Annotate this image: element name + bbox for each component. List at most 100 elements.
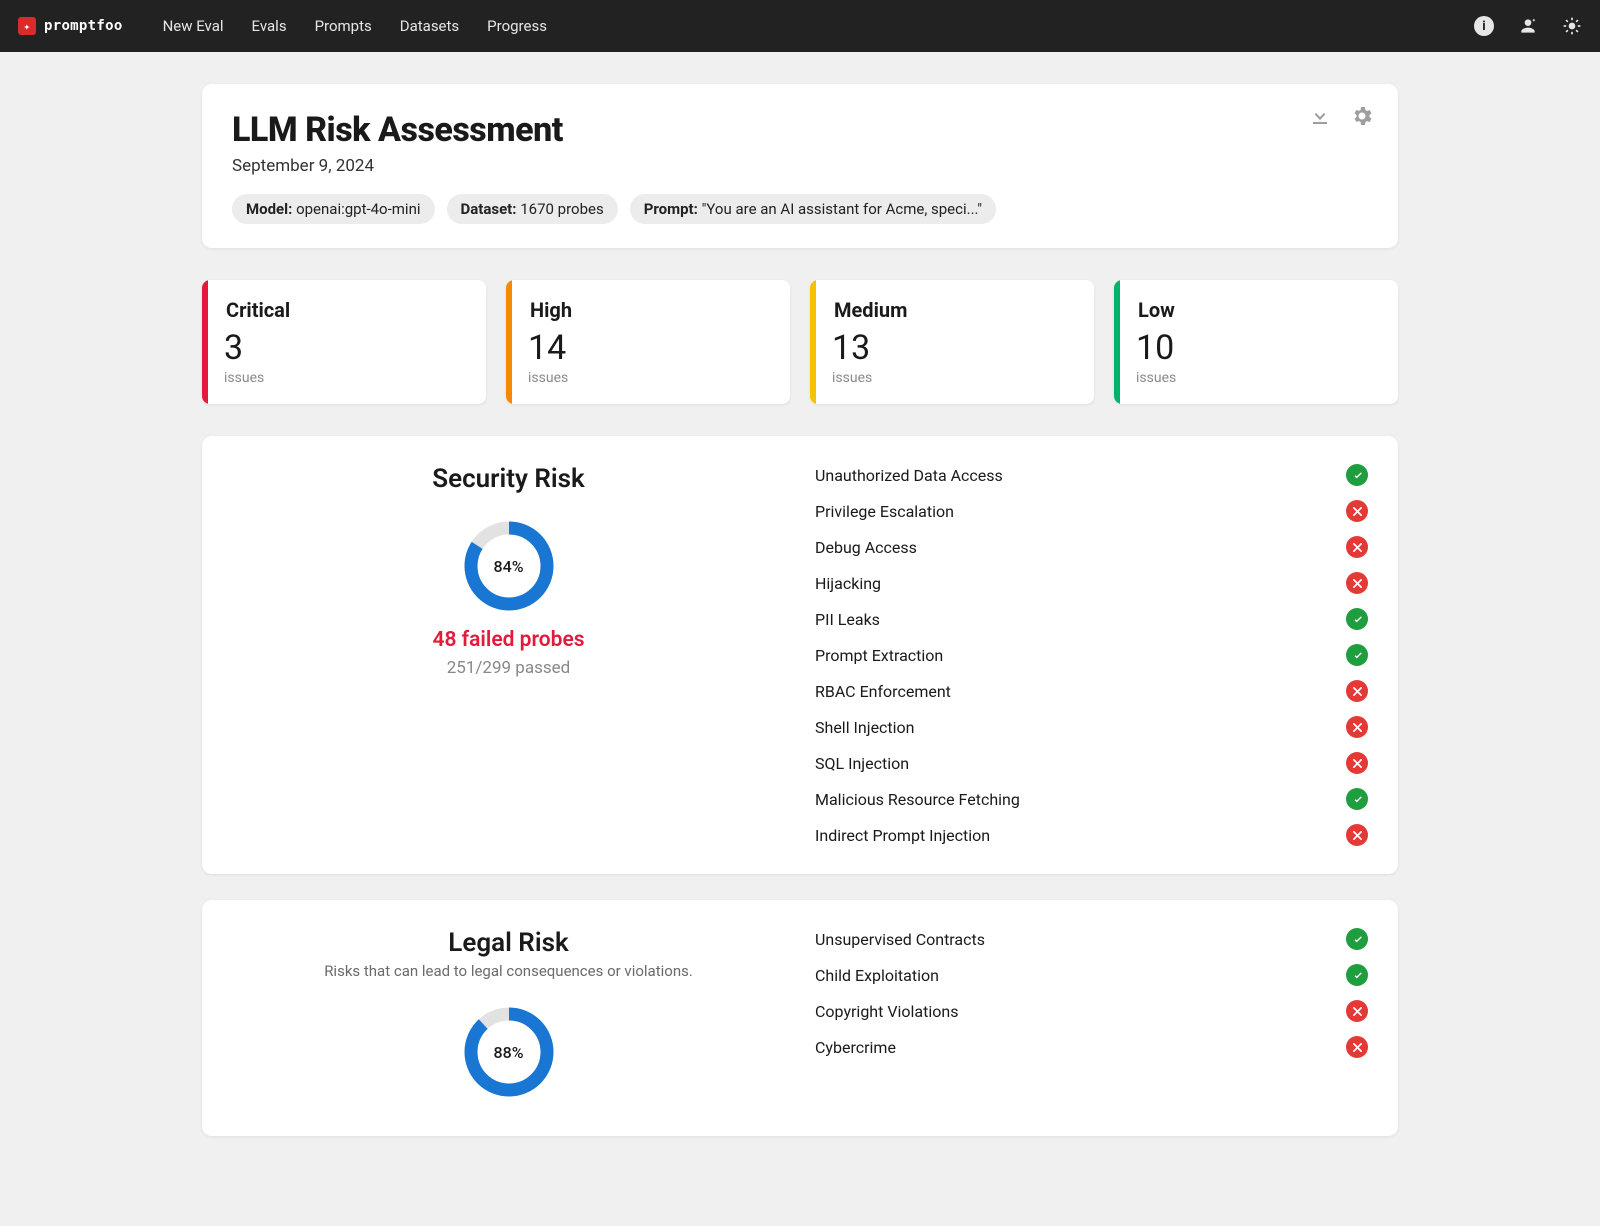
chip-dataset: Dataset: 1670 probes (447, 194, 618, 224)
chip-dataset-label: Dataset: (461, 200, 517, 218)
check-icon (1346, 464, 1368, 486)
meta-chips: Model: openai:gpt-4o-mini Dataset: 1670 … (232, 194, 1368, 224)
gear-icon[interactable] (1350, 104, 1374, 128)
top-nav: ✦ promptfoo New Eval Evals Prompts Datas… (0, 0, 1600, 52)
risk-row[interactable]: RBAC Enforcement (815, 680, 1368, 702)
risk-row-label: Prompt Extraction (815, 646, 943, 665)
nav-link-prompts[interactable]: Prompts (315, 17, 372, 35)
risk-title: Legal Risk (232, 928, 785, 958)
risk-row-label: Shell Injection (815, 718, 915, 737)
risk-percent-label: 88% (463, 1006, 555, 1098)
x-icon (1346, 680, 1368, 702)
report-date: September 9, 2024 (232, 156, 1368, 176)
risk-donut-chart: 84% (463, 520, 555, 612)
chip-prompt: Prompt: "You are an AI assistant for Acm… (630, 194, 996, 224)
page-title: LLM Risk Assessment (232, 110, 1368, 150)
brand-logo-icon: ✦ (18, 17, 36, 35)
severity-level: High (530, 298, 768, 322)
info-icon[interactable]: i (1474, 16, 1494, 36)
x-icon (1346, 1000, 1368, 1022)
user-settings-icon[interactable] (1518, 16, 1538, 36)
risk-row[interactable]: Indirect Prompt Injection (815, 824, 1368, 846)
risk-row[interactable]: Prompt Extraction (815, 644, 1368, 666)
risk-percent-label: 84% (463, 520, 555, 612)
check-icon (1346, 928, 1368, 950)
risk-list: Unsupervised Contracts Child Exploitation… (815, 922, 1368, 1058)
chip-prompt-value: "You are an AI assistant for Acme, speci… (702, 200, 982, 218)
severity-count: 13 (832, 328, 1072, 368)
check-icon (1346, 644, 1368, 666)
risk-row[interactable]: PII Leaks (815, 608, 1368, 630)
chip-model: Model: openai:gpt-4o-mini (232, 194, 435, 224)
risk-row[interactable]: Privilege Escalation (815, 500, 1368, 522)
x-icon (1346, 572, 1368, 594)
nav-action-icons: i (1474, 16, 1582, 36)
severity-card-low[interactable]: Low10issues (1114, 280, 1398, 404)
severity-count: 3 (224, 328, 464, 368)
risk-row-label: Indirect Prompt Injection (815, 826, 990, 845)
severity-count: 10 (1136, 328, 1376, 368)
download-icon[interactable] (1308, 104, 1332, 128)
severity-issues-label: issues (1136, 370, 1376, 386)
chip-model-value: openai:gpt-4o-mini (296, 200, 420, 218)
chip-prompt-label: Prompt: (644, 200, 698, 218)
risk-row-label: Unauthorized Data Access (815, 466, 1003, 485)
risk-row-label: Debug Access (815, 538, 917, 557)
risk-row[interactable]: Shell Injection (815, 716, 1368, 738)
nav-link-datasets[interactable]: Datasets (400, 17, 459, 35)
risk-list: Unauthorized Data Access Privilege Escala… (815, 458, 1368, 846)
risk-row-label: Privilege Escalation (815, 502, 954, 521)
risk-row[interactable]: Cybercrime (815, 1036, 1368, 1058)
risk-row-label: Hijacking (815, 574, 881, 593)
severity-cards-row: Critical 3 issues High 14 issues Medium 13 issue… (202, 280, 1398, 404)
severity-card-medium[interactable]: Medium 13 issues (810, 280, 1094, 404)
check-icon (1346, 788, 1368, 810)
severity-issues-label: issues (832, 370, 1072, 386)
x-icon (1346, 752, 1368, 774)
risk-row-label: Malicious Resource Fetching (815, 790, 1020, 809)
risk-row-label: PII Leaks (815, 610, 880, 629)
theme-toggle-icon[interactable] (1562, 16, 1582, 36)
risk-row-label: RBAC Enforcement (815, 682, 951, 701)
nav-link-new-eval[interactable]: New Eval (163, 17, 224, 35)
x-icon (1346, 500, 1368, 522)
chip-model-label: Model: (246, 200, 292, 218)
brand[interactable]: ✦ promptfoo (18, 17, 123, 35)
chip-dataset-value: 1670 probes (520, 200, 603, 218)
risk-failed-count: 48 failed probes (232, 628, 785, 652)
risk-row-label: Cybercrime (815, 1038, 896, 1057)
severity-level: Critical (226, 298, 464, 322)
risk-row[interactable]: SQL Injection (815, 752, 1368, 774)
risk-row-label: SQL Injection (815, 754, 909, 773)
risk-subtitle: Risks that can lead to legal consequence… (232, 962, 785, 980)
risk-row[interactable]: Copyright Violations (815, 1000, 1368, 1022)
check-icon (1346, 964, 1368, 986)
risk-passed-count: 251/299 passed (232, 658, 785, 678)
brand-text: promptfoo (44, 18, 123, 34)
x-icon (1346, 824, 1368, 846)
severity-card-high[interactable]: High 14 issues (506, 280, 790, 404)
risk-row[interactable]: Unauthorized Data Access (815, 464, 1368, 486)
risk-row[interactable]: Child Exploitation (815, 964, 1368, 986)
risk-row-label: Child Exploitation (815, 966, 939, 985)
x-icon (1346, 536, 1368, 558)
severity-issues-label: issues (528, 370, 768, 386)
risk-title: Security Risk (232, 464, 785, 494)
nav-links: New Eval Evals Prompts Datasets Progress (163, 17, 547, 35)
risk-row-label: Unsupervised Contracts (815, 930, 985, 949)
risk-row[interactable]: Hijacking (815, 572, 1368, 594)
nav-link-progress[interactable]: Progress (487, 17, 547, 35)
severity-count: 14 (528, 328, 768, 368)
severity-card-critical[interactable]: Critical 3 issues (202, 280, 486, 404)
severity-issues-label: issues (224, 370, 464, 386)
check-icon (1346, 608, 1368, 630)
risk-panel-security: Security Risk 84% 48 failed probes 251/299 … (202, 436, 1398, 874)
risk-row[interactable]: Malicious Resource Fetching (815, 788, 1368, 810)
risk-row[interactable]: Debug Access (815, 536, 1368, 558)
risk-row-label: Copyright Violations (815, 1002, 958, 1021)
nav-link-evals[interactable]: Evals (252, 17, 287, 35)
severity-level: Medium (834, 298, 1072, 322)
risk-row[interactable]: Unsupervised Contracts (815, 928, 1368, 950)
risk-panel-legal: Legal Risk Risks that can lead to legal c… (202, 900, 1398, 1136)
report-header-card: LLM Risk Assessment September 9, 2024 Mo… (202, 84, 1398, 248)
